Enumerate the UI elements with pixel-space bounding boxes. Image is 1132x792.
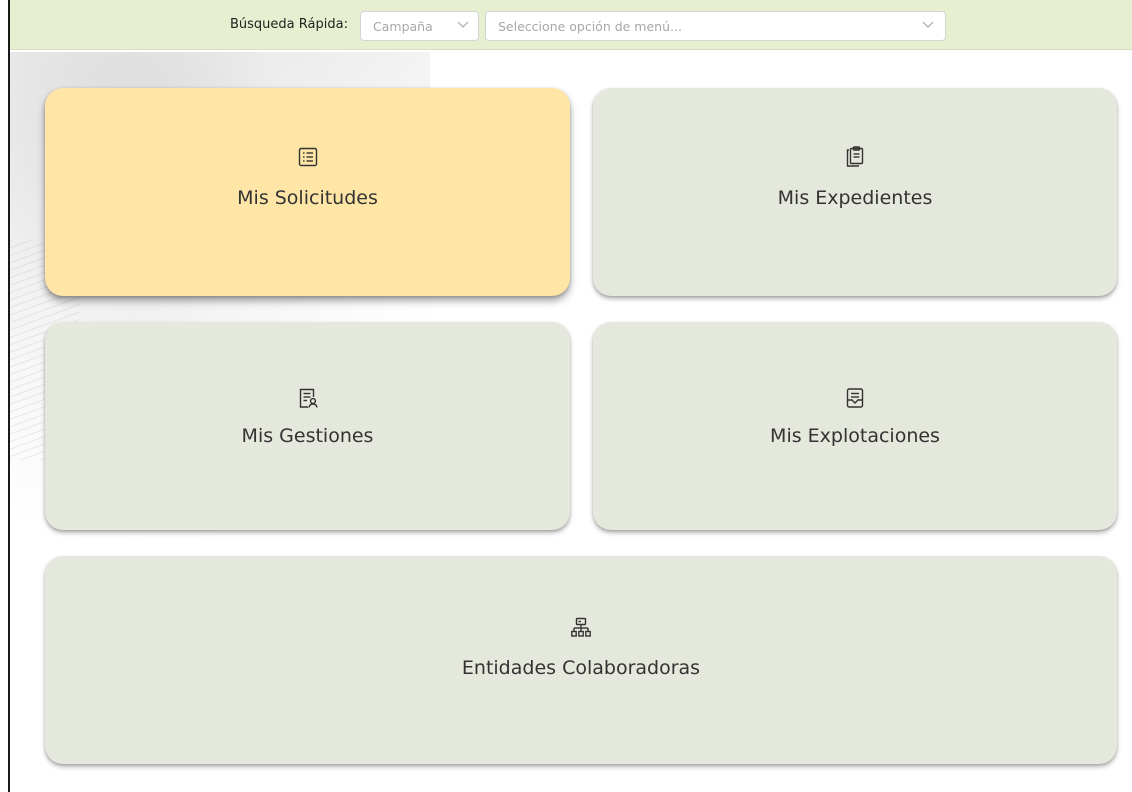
chevron-down-icon	[922, 21, 934, 28]
tile-mis-gestiones[interactable]: Mis Gestiones	[45, 322, 570, 530]
list-icon	[298, 147, 317, 167]
campaign-select[interactable]: Campaña	[360, 11, 479, 41]
quick-search-bar: Búsqueda Rápida: Campaña Seleccione opci…	[10, 0, 1132, 50]
tile-label: Mis Explotaciones	[770, 425, 940, 447]
tile-label: Mis Expedientes	[777, 187, 933, 209]
menu-option-select[interactable]: Seleccione opción de menú...	[485, 11, 946, 41]
clipboard-icon	[846, 146, 864, 167]
campaign-select-value: Campaña	[373, 19, 433, 34]
tile-label: Entidades Colaboradoras	[461, 657, 701, 679]
tile-mis-solicitudes[interactable]: Mis Solicitudes	[45, 88, 570, 296]
tile-mis-explotaciones[interactable]: Mis Explotaciones	[593, 322, 1117, 530]
tile-mis-expedientes[interactable]: Mis Expedientes	[593, 88, 1117, 296]
tile-label: Mis Solicitudes	[237, 187, 378, 209]
org-chart-icon	[571, 617, 591, 637]
app-frame: Búsqueda Rápida: Campaña Seleccione opci…	[8, 0, 1132, 792]
document-inbox-icon	[846, 388, 864, 408]
tile-entidades-colaboradoras[interactable]: Entidades Colaboradoras	[45, 556, 1117, 764]
quick-search-label: Búsqueda Rápida:	[230, 17, 348, 32]
document-user-icon	[299, 388, 318, 408]
menu-option-placeholder: Seleccione opción de menú...	[498, 19, 682, 34]
chevron-down-icon	[457, 21, 469, 28]
tile-label: Mis Gestiones	[241, 425, 374, 447]
